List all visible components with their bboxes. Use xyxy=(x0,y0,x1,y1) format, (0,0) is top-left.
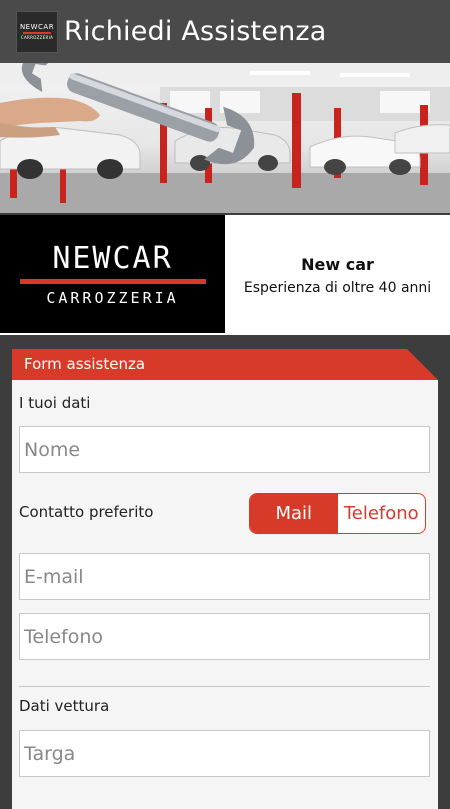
logo-text-newcar: NEWCAR xyxy=(52,240,173,276)
assistance-form: Form assistenza I tuoi dati Nome Contatt… xyxy=(12,349,438,809)
email-input[interactable]: E-mail xyxy=(19,553,430,600)
logo-red-bar xyxy=(19,278,206,284)
garage-illustration xyxy=(0,63,450,213)
section-vehicle-data: Dati vettura xyxy=(19,697,110,715)
section-divider xyxy=(19,686,430,687)
plate-input[interactable]: Targa xyxy=(19,730,430,777)
app-logo-text-bottom: CARROZZERIA xyxy=(20,35,54,40)
corner-fold xyxy=(407,349,438,380)
section-personal-data: I tuoi dati xyxy=(19,394,91,412)
page-title: Richiedi Assistenza xyxy=(64,16,327,47)
app-logo-bar xyxy=(23,32,51,34)
contact-preference-toggle: Mail Telefono xyxy=(249,493,426,534)
phone-input[interactable]: Telefono xyxy=(19,613,430,660)
contact-preference-label: Contatto preferito xyxy=(19,503,154,521)
logo-text-carrozzeria: CARROZZERIA xyxy=(46,288,179,307)
contact-option-phone[interactable]: Telefono xyxy=(338,494,426,533)
contact-option-mail[interactable]: Mail xyxy=(250,494,338,533)
brand-banner: NEWCAR CARROZZERIA New car Esperienza di… xyxy=(0,215,450,335)
app-logo-text-top: NEWCAR xyxy=(19,23,55,31)
brand-tagline: Esperienza di oltre 40 anni xyxy=(243,279,432,296)
app-logo-icon[interactable]: NEWCAR CARROZZERIA xyxy=(16,10,58,53)
form-title: Form assistenza xyxy=(24,355,146,373)
brand-logo: NEWCAR CARROZZERIA xyxy=(0,215,225,333)
brand-info: New car Esperienza di oltre 40 anni xyxy=(225,215,450,335)
form-header: Form assistenza xyxy=(12,349,438,380)
name-input[interactable]: Nome xyxy=(19,426,430,473)
app-bar: NEWCAR CARROZZERIA Richiedi Assistenza xyxy=(0,0,450,63)
hero-image xyxy=(0,63,450,213)
brand-name: New car xyxy=(301,254,374,274)
